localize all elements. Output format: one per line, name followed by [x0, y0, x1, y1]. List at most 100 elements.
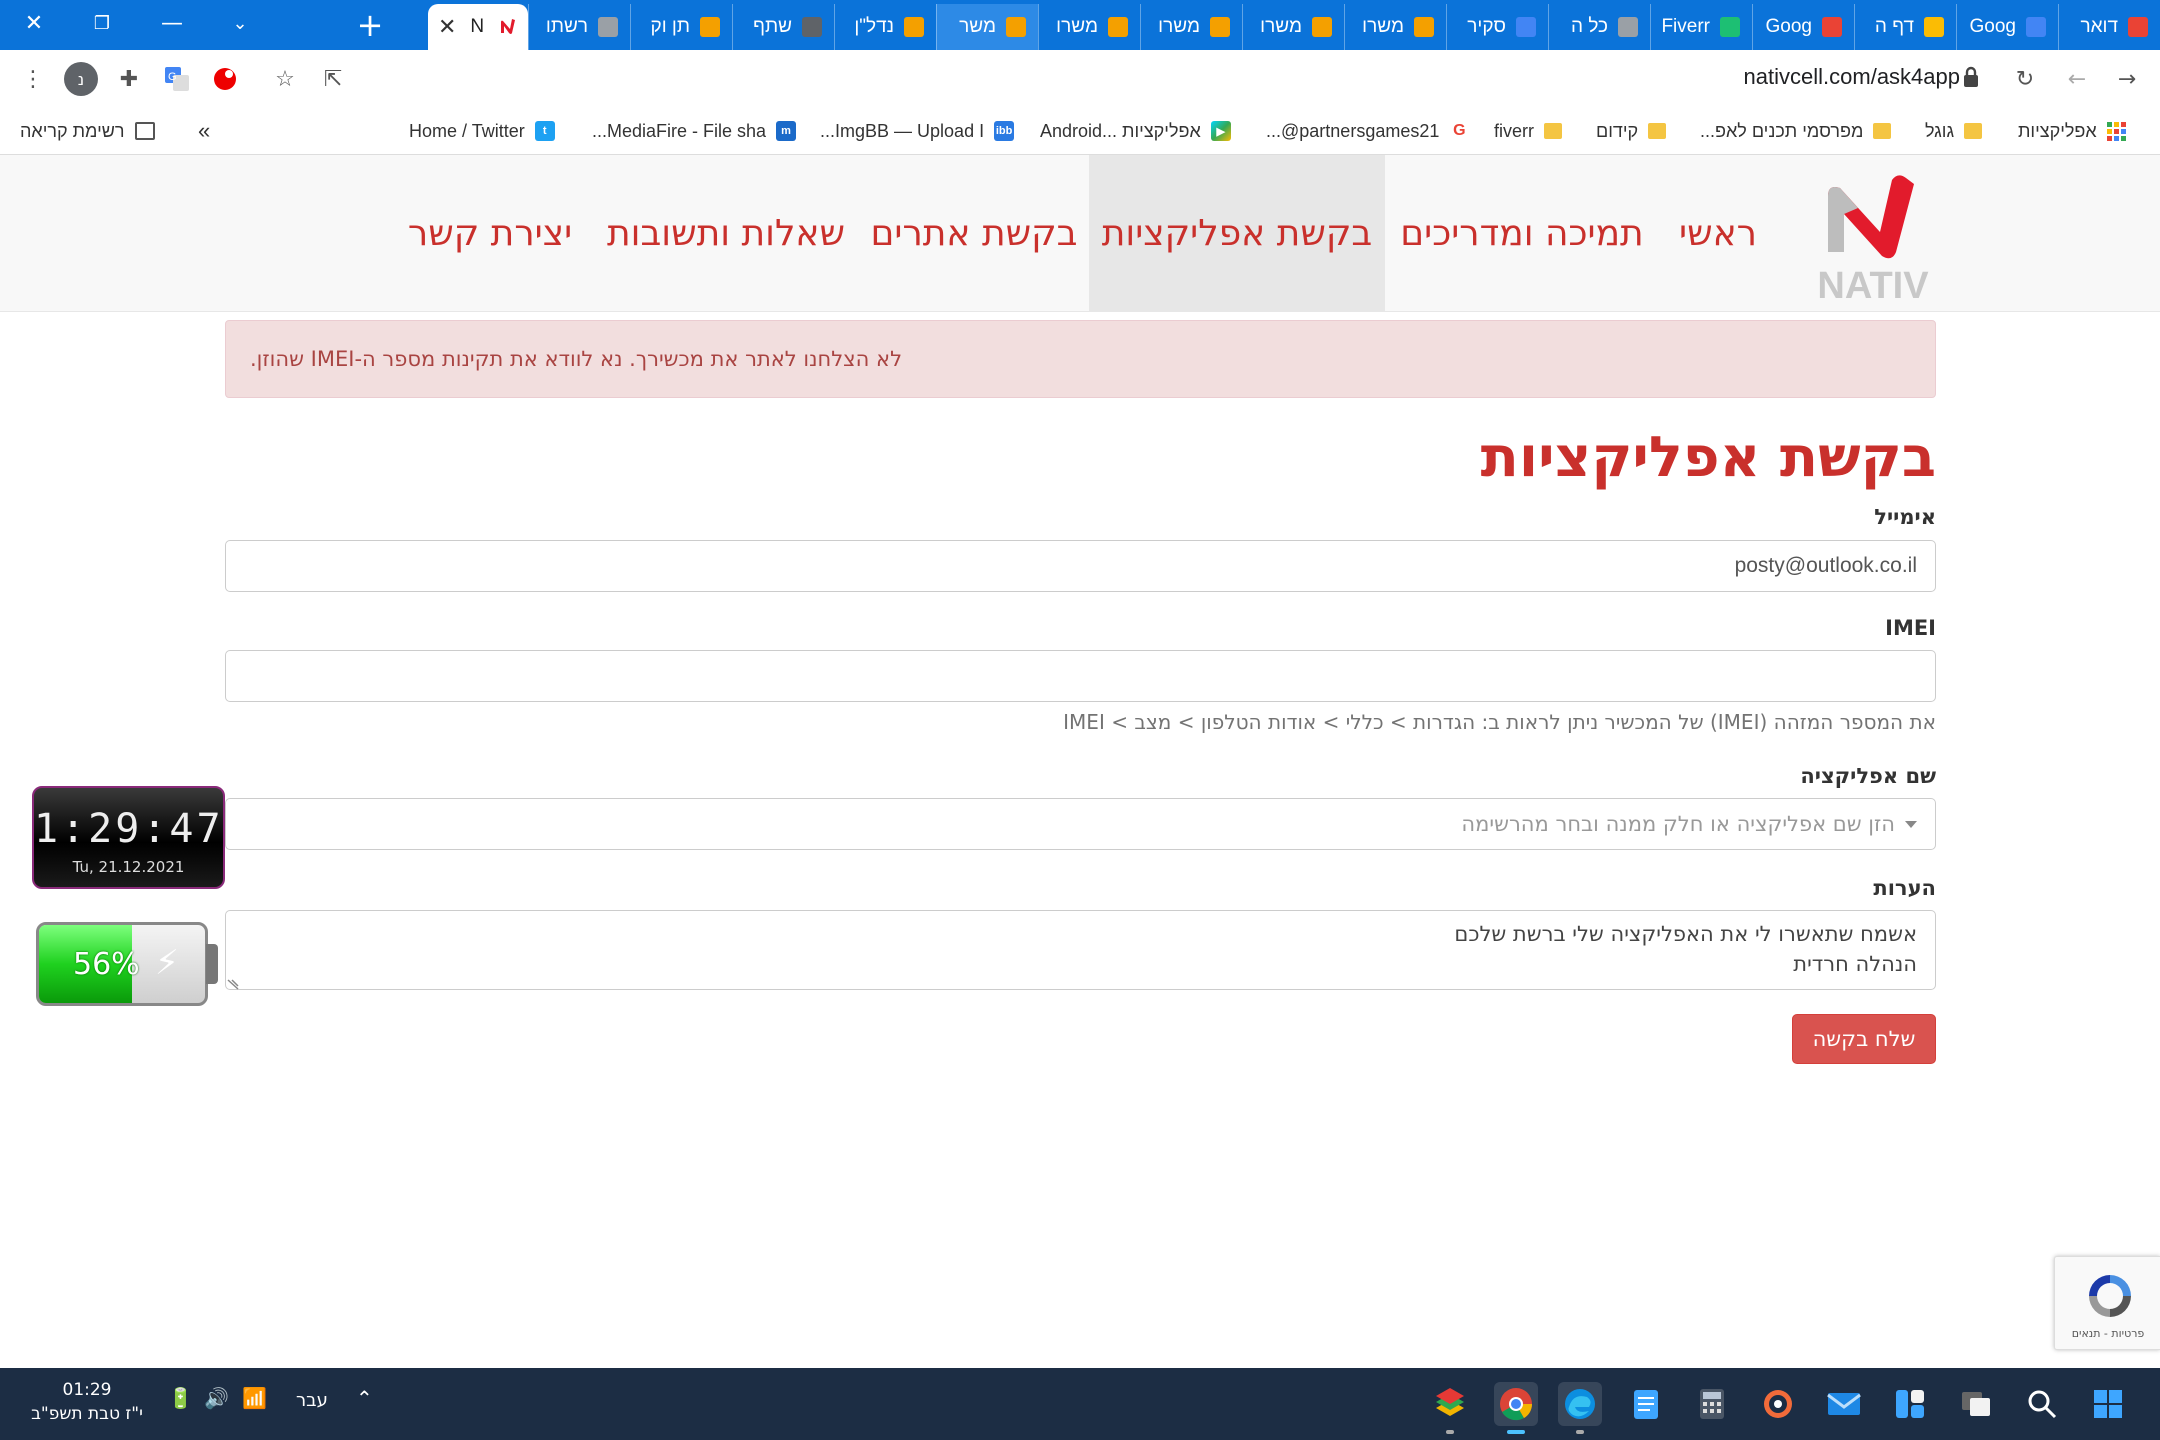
browser-tab[interactable]: Goog	[1956, 4, 2058, 50]
bookmark-star-icon[interactable]: ☆	[268, 62, 302, 96]
imei-field[interactable]	[225, 650, 1936, 702]
media-player-icon[interactable]	[1756, 1382, 1800, 1426]
notepad-icon[interactable]	[1624, 1382, 1668, 1426]
menu-kebab-icon[interactable]: ⋮	[16, 62, 50, 96]
browser-tab[interactable]: משרו	[1344, 4, 1446, 50]
notes-textarea[interactable]: אשמח שתאשרו לי את האפליקציה שלי ברשת שלכ…	[225, 910, 1936, 990]
browser-tab[interactable]: סקיר	[1446, 4, 1548, 50]
jobs-icon	[1312, 17, 1332, 37]
tab-title: Fiverr	[1661, 16, 1710, 37]
bookmark-item[interactable]: ibb ImgBB — Upload I...	[820, 107, 1015, 155]
task-view-icon[interactable]	[1954, 1382, 1998, 1426]
browser-tab[interactable]: משרו	[1038, 4, 1140, 50]
email-field[interactable]: posty@outlook.co.il	[225, 540, 1936, 592]
tab-title: דף ה	[1874, 16, 1914, 37]
tab-title: Goog	[1765, 16, 1812, 37]
extensions-puzzle-icon[interactable]: ✚	[112, 62, 146, 96]
minimize-window-icon[interactable]: —	[142, 0, 202, 46]
app-name-select[interactable]: הזן שם אפליקציה או חלק ממנה ובחר מהרשימה	[225, 798, 1936, 850]
browser-tab[interactable]: דואר	[2058, 4, 2160, 50]
app-name-label: שם אפליקציה	[1800, 764, 1936, 788]
svg-text:G: G	[168, 71, 177, 83]
browser-tab[interactable]: משרו	[1140, 4, 1242, 50]
browser-tab[interactable]: רשתו	[528, 4, 630, 50]
back-arrow-icon[interactable]: →	[2110, 62, 2144, 96]
bookmark-apps[interactable]: אפליקציות	[2018, 107, 2126, 155]
nav-faq[interactable]: שאלות ותשובות	[592, 155, 860, 312]
tab-title: תן וק	[650, 16, 690, 37]
chevron-up-icon[interactable]: ⌃	[356, 1386, 373, 1410]
jobs-icon	[1006, 17, 1026, 37]
bookmark-item[interactable]: m MediaFire - File sha...	[592, 107, 797, 155]
mail-icon[interactable]	[1822, 1382, 1866, 1426]
bookmark-item[interactable]: ▶ אפליקציות ...Android	[1040, 107, 1231, 155]
share-page-icon[interactable]: ⇱	[316, 62, 350, 96]
new-tab-plus-icon[interactable]: +	[350, 6, 390, 44]
bookmark-item[interactable]: G partnersgames21@...	[1266, 107, 1470, 155]
browser-tab[interactable]: Goog	[1752, 4, 1854, 50]
reading-list-button[interactable]: רשימת קריאה	[20, 107, 155, 155]
browser-tab[interactable]: משרו	[1242, 4, 1344, 50]
wifi-icon[interactable]: 📶	[242, 1386, 267, 1410]
logo-text: NATIV	[1817, 265, 1929, 306]
mediafire-icon: m	[776, 121, 797, 141]
taskbar-clock[interactable]: 01:29 י"ז טבת תשפ"ב	[22, 1378, 152, 1426]
bookmark-folder[interactable]: מפרסמי תכנים לאפ...	[1700, 107, 1892, 155]
close-tab-icon[interactable]: ✕	[438, 14, 456, 40]
bookmark-folder[interactable]: fiverr	[1494, 107, 1562, 155]
nav-contact[interactable]: יצירת קשר	[388, 155, 592, 312]
address-bar-url[interactable]: nativcell.com/ask4app	[1660, 64, 1960, 94]
browser-tab[interactable]: תן וק	[630, 4, 732, 50]
browser-tab[interactable]: משר	[936, 4, 1038, 50]
restore-window-icon[interactable]: ❐	[72, 0, 132, 46]
nav-site-request[interactable]: בקשת אתרים	[860, 155, 1088, 312]
bookmarks-bar: רשימת קריאה » t Home / Twitter m MediaFi…	[0, 107, 2160, 155]
search-icon[interactable]	[2020, 1382, 2064, 1426]
calculator-icon[interactable]	[1690, 1382, 1734, 1426]
volume-icon[interactable]: 🔊	[204, 1386, 229, 1410]
bookmark-folder[interactable]: גוגל	[1925, 107, 1983, 155]
play-store-icon: ▶	[1210, 121, 1231, 141]
recaptcha-links[interactable]: פרטיות - תנאים	[2055, 1327, 2160, 1340]
reload-icon[interactable]: ↻	[2008, 62, 2042, 96]
battery-tray-icon[interactable]: 🔋	[168, 1386, 193, 1410]
gmail-icon	[2128, 17, 2148, 37]
google-translate-icon[interactable]: G	[160, 62, 194, 96]
close-window-icon[interactable]: ✕	[4, 0, 64, 46]
battery-widget[interactable]: 56% ⚡	[34, 918, 220, 1008]
chrome-icon	[1822, 17, 1842, 37]
browser-tab[interactable]: דף ה	[1854, 4, 1956, 50]
widgets-icon[interactable]	[1888, 1382, 1932, 1426]
nav-home[interactable]: ראשי	[1658, 155, 1778, 312]
apps-grid-icon	[2106, 121, 2126, 141]
ads-icon	[1516, 17, 1536, 37]
submit-request-button[interactable]: שלח בקשה	[1792, 1014, 1936, 1064]
browser-tab[interactable]: כל ה	[1548, 4, 1650, 50]
chrome-icon[interactable]	[1494, 1382, 1538, 1434]
translate-icon	[2026, 17, 2046, 37]
profile-avatar[interactable]: נ	[64, 62, 98, 96]
recaptcha-badge[interactable]: פרטיות - תנאים	[2054, 1256, 2160, 1350]
tab-title: N	[470, 16, 485, 37]
nav-app-request[interactable]: בקשת אפליקציות	[1089, 155, 1385, 312]
jobs-icon	[1108, 17, 1128, 37]
forward-arrow-icon[interactable]: ←	[2060, 62, 2094, 96]
resize-handle-icon[interactable]	[226, 976, 240, 990]
clock-widget[interactable]: 1:29:47 Tu, 21.12.2021	[32, 786, 225, 889]
nativ-logo[interactable]: NATIV	[1810, 170, 1936, 306]
start-windows-icon[interactable]	[2086, 1382, 2130, 1426]
more-bookmarks-chevron[interactable]: »	[198, 107, 210, 155]
nav-support-guides[interactable]: תמיכה ומדריכים	[1386, 155, 1658, 312]
record-extension-icon[interactable]	[208, 62, 242, 96]
edge-icon[interactable]	[1558, 1382, 1602, 1434]
browser-tab[interactable]: נדל"ן	[834, 4, 936, 50]
browser-tab[interactable]: שתף	[732, 4, 834, 50]
browser-tab[interactable]: Fiverr	[1650, 4, 1752, 50]
bookmark-item[interactable]: t Home / Twitter	[409, 107, 555, 155]
bookmark-folder[interactable]: קידום	[1596, 107, 1667, 155]
browser-tab-active[interactable]: N ✕	[428, 4, 528, 50]
language-indicator[interactable]: עבר	[296, 1390, 328, 1411]
tab-search-chevron-icon[interactable]: ⌄	[210, 0, 270, 46]
bluestacks-icon[interactable]	[1428, 1382, 1472, 1434]
lock-icon[interactable]	[1962, 66, 1980, 88]
